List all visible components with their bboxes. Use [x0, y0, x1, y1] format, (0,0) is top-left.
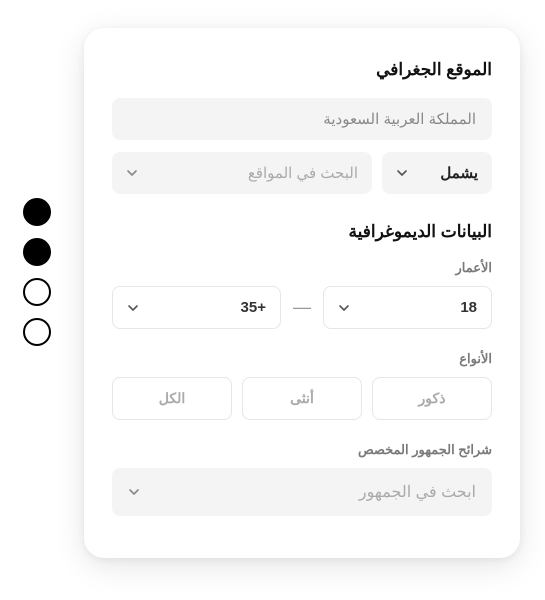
- indicator-dot-2[interactable]: [23, 238, 51, 266]
- demographics-section-title: البيانات الديموغرافية: [112, 222, 492, 242]
- chevron-down-icon: [396, 167, 408, 179]
- carousel-indicators: [23, 198, 51, 346]
- include-dropdown[interactable]: يشمل: [382, 152, 492, 194]
- genders-label: الأنواع: [112, 351, 492, 367]
- gender-row: ذكور أنثى الكل: [112, 377, 492, 420]
- chevron-down-icon: [338, 302, 350, 314]
- location-search-dropdown[interactable]: البحث في المواقع: [112, 152, 372, 194]
- location-controls-row: يشمل البحث في المواقع: [112, 152, 492, 194]
- age-range-separator: —: [293, 297, 311, 318]
- gender-female-button[interactable]: أنثى: [242, 377, 362, 420]
- indicator-dot-1[interactable]: [23, 198, 51, 226]
- audience-search-placeholder: ابحث في الجمهور: [359, 482, 476, 502]
- indicator-dot-3[interactable]: [23, 278, 51, 306]
- location-search-placeholder: البحث في المواقع: [248, 164, 358, 182]
- age-max-select[interactable]: +35: [112, 286, 281, 329]
- age-min-value: 18: [460, 299, 477, 316]
- targeting-card: الموقع الجغرافي المملكة العربية السعودية…: [84, 28, 520, 558]
- chevron-down-icon: [127, 302, 139, 314]
- country-chip[interactable]: المملكة العربية السعودية: [112, 98, 492, 140]
- include-label: يشمل: [440, 164, 478, 182]
- indicator-dot-4[interactable]: [23, 318, 51, 346]
- audience-search-dropdown[interactable]: ابحث في الجمهور: [112, 468, 492, 516]
- age-range-row: 18 — +35: [112, 286, 492, 329]
- gender-male-button[interactable]: ذكور: [372, 377, 492, 420]
- audience-label: شرائح الجمهور المخصص: [112, 442, 492, 458]
- gender-all-button[interactable]: الكل: [112, 377, 232, 420]
- ages-label: الأعمار: [112, 260, 492, 276]
- location-section-title: الموقع الجغرافي: [112, 60, 492, 80]
- age-max-value: +35: [241, 299, 266, 316]
- chevron-down-icon: [128, 486, 140, 498]
- age-min-select[interactable]: 18: [323, 286, 492, 329]
- chevron-down-icon: [126, 167, 138, 179]
